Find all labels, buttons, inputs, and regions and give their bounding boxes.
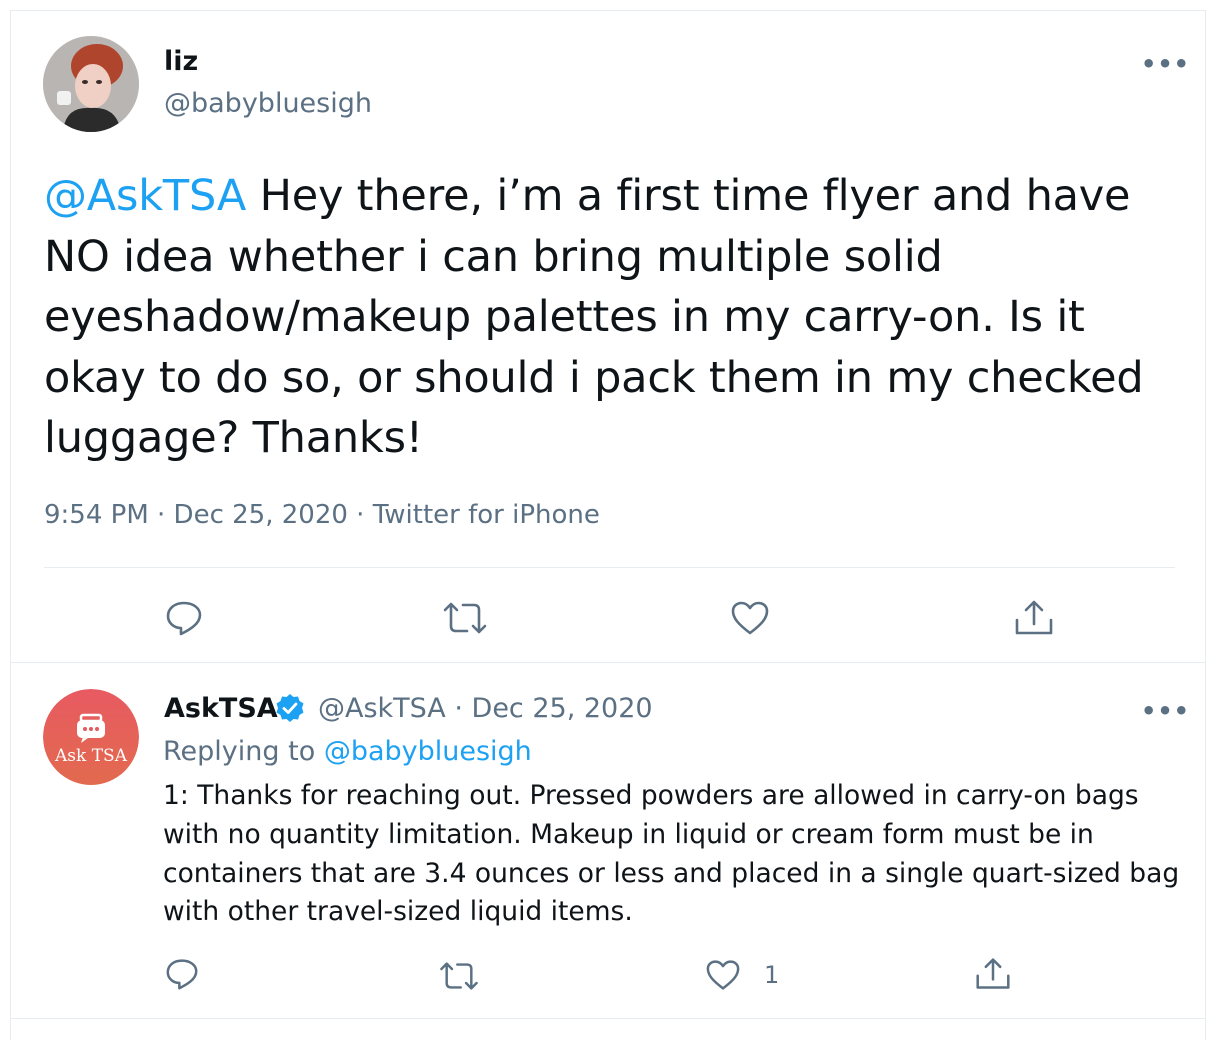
user-photo xyxy=(43,36,139,132)
share-button[interactable] xyxy=(975,956,1011,992)
retweet-icon xyxy=(443,602,487,634)
avatar[interactable] xyxy=(43,36,139,132)
user-handle[interactable]: @babybluesigh xyxy=(164,88,372,119)
share-icon xyxy=(1015,600,1053,635)
like-button[interactable] xyxy=(705,959,741,991)
display-name[interactable]: liz xyxy=(164,46,198,77)
display-name[interactable]: AskTSA xyxy=(164,693,278,724)
reply-text: 1: Thanks for reaching out. Pressed powd… xyxy=(163,780,1180,928)
asktsa-logo: Ask TSA xyxy=(43,689,139,785)
mention-link[interactable]: @AskTSA xyxy=(44,171,246,221)
tweet-text: @AskTSA Hey there, i’m a first time flye… xyxy=(44,166,1184,469)
reply-icon xyxy=(166,601,202,636)
share-button[interactable] xyxy=(1014,598,1054,638)
more-options-icon[interactable]: ••• xyxy=(1141,697,1190,725)
divider xyxy=(10,662,1206,663)
replying-to-link[interactable]: @babybluesigh xyxy=(324,736,532,767)
more-options-icon[interactable]: ••• xyxy=(1141,50,1190,78)
handle-and-date[interactable]: @AskTSA · Dec 25, 2020 xyxy=(318,693,653,724)
heart-icon xyxy=(706,960,740,990)
tweet-timestamp[interactable]: 9:54 PM · Dec 25, 2020 · Twitter for iPh… xyxy=(44,500,600,530)
reply-button[interactable] xyxy=(164,600,204,636)
avatar-text: Ask TSA xyxy=(54,746,128,766)
retweet-button[interactable] xyxy=(440,600,490,636)
divider xyxy=(10,1018,1206,1019)
like-count: 1 xyxy=(764,961,780,989)
divider xyxy=(44,567,1175,568)
like-button[interactable] xyxy=(730,600,770,636)
share-icon xyxy=(976,958,1010,989)
replying-to: Replying to @babybluesigh xyxy=(163,736,532,767)
verified-badge-icon xyxy=(275,693,305,727)
retweet-icon xyxy=(440,962,478,990)
reply-button[interactable] xyxy=(164,958,200,990)
retweet-button[interactable] xyxy=(437,960,481,992)
avatar[interactable]: Ask TSA xyxy=(43,689,139,785)
heart-icon xyxy=(731,601,769,635)
replying-to-label: Replying to xyxy=(163,736,324,767)
reply-icon xyxy=(166,959,198,990)
